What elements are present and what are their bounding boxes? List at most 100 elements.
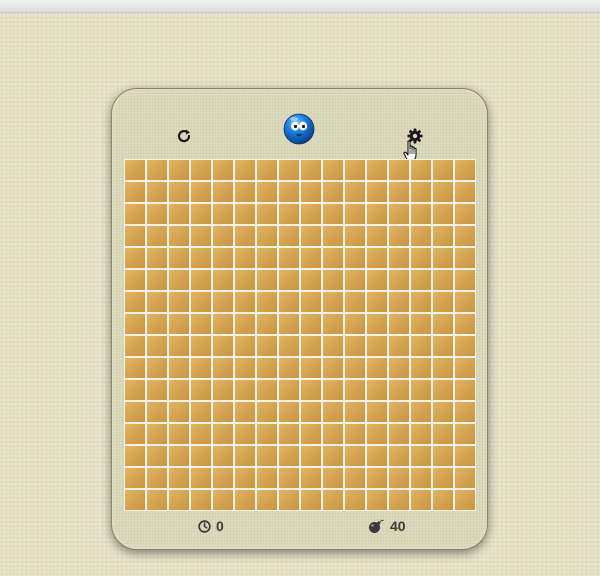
grid-cell[interactable] [345, 270, 365, 290]
grid-cell[interactable] [301, 468, 321, 488]
grid-cell[interactable] [191, 204, 211, 224]
grid-cell[interactable] [147, 380, 167, 400]
grid-cell[interactable] [411, 446, 431, 466]
grid-cell[interactable] [411, 248, 431, 268]
grid-cell[interactable] [169, 468, 189, 488]
grid-cell[interactable] [433, 270, 453, 290]
grid-cell[interactable] [279, 468, 299, 488]
grid-cell[interactable] [279, 270, 299, 290]
grid-cell[interactable] [345, 402, 365, 422]
grid-cell[interactable] [169, 424, 189, 444]
grid-cell[interactable] [433, 182, 453, 202]
grid-cell[interactable] [257, 160, 277, 180]
grid-cell[interactable] [411, 160, 431, 180]
grid-cell[interactable] [323, 336, 343, 356]
grid-cell[interactable] [169, 402, 189, 422]
grid-cell[interactable] [125, 336, 145, 356]
grid-cell[interactable] [125, 380, 145, 400]
grid-cell[interactable] [433, 248, 453, 268]
grid-cell[interactable] [235, 314, 255, 334]
grid-cell[interactable] [389, 160, 409, 180]
grid-cell[interactable] [367, 468, 387, 488]
grid-cell[interactable] [191, 446, 211, 466]
grid-cell[interactable] [279, 358, 299, 378]
grid-cell[interactable] [147, 490, 167, 510]
grid-cell[interactable] [323, 380, 343, 400]
grid-cell[interactable] [257, 424, 277, 444]
grid-cell[interactable] [279, 490, 299, 510]
grid-cell[interactable] [455, 490, 475, 510]
grid-cell[interactable] [257, 402, 277, 422]
grid-cell[interactable] [279, 226, 299, 246]
grid-cell[interactable] [323, 468, 343, 488]
grid-cell[interactable] [411, 182, 431, 202]
grid-cell[interactable] [279, 160, 299, 180]
grid-cell[interactable] [235, 402, 255, 422]
grid-cell[interactable] [169, 380, 189, 400]
grid-cell[interactable] [389, 182, 409, 202]
grid-cell[interactable] [367, 160, 387, 180]
grid-cell[interactable] [433, 292, 453, 312]
grid-cell[interactable] [323, 204, 343, 224]
grid-cell[interactable] [345, 468, 365, 488]
grid-cell[interactable] [411, 424, 431, 444]
grid-cell[interactable] [433, 358, 453, 378]
grid-cell[interactable] [389, 490, 409, 510]
grid-cell[interactable] [279, 402, 299, 422]
grid-cell[interactable] [455, 446, 475, 466]
grid-cell[interactable] [279, 248, 299, 268]
grid-cell[interactable] [147, 160, 167, 180]
grid-cell[interactable] [147, 336, 167, 356]
grid-cell[interactable] [389, 402, 409, 422]
grid-cell[interactable] [257, 446, 277, 466]
grid-cell[interactable] [455, 204, 475, 224]
grid-cell[interactable] [279, 336, 299, 356]
grid-cell[interactable] [411, 204, 431, 224]
grid-cell[interactable] [235, 182, 255, 202]
grid-cell[interactable] [323, 292, 343, 312]
grid-cell[interactable] [389, 314, 409, 334]
grid-cell[interactable] [257, 314, 277, 334]
grid-cell[interactable] [147, 402, 167, 422]
grid-cell[interactable] [125, 468, 145, 488]
grid-cell[interactable] [411, 226, 431, 246]
grid-cell[interactable] [455, 468, 475, 488]
grid-cell[interactable] [235, 226, 255, 246]
grid-cell[interactable] [147, 358, 167, 378]
grid-cell[interactable] [433, 380, 453, 400]
grid-cell[interactable] [389, 204, 409, 224]
grid-cell[interactable] [257, 270, 277, 290]
grid-cell[interactable] [147, 468, 167, 488]
grid-cell[interactable] [433, 160, 453, 180]
grid-cell[interactable] [125, 270, 145, 290]
grid-cell[interactable] [125, 358, 145, 378]
grid-cell[interactable] [191, 468, 211, 488]
grid-cell[interactable] [279, 182, 299, 202]
smiley-face-button[interactable] [283, 113, 315, 145]
grid-cell[interactable] [367, 292, 387, 312]
grid-cell[interactable] [455, 402, 475, 422]
grid-cell[interactable] [191, 402, 211, 422]
grid-cell[interactable] [147, 314, 167, 334]
grid-cell[interactable] [169, 248, 189, 268]
grid-cell[interactable] [323, 402, 343, 422]
grid-cell[interactable] [455, 358, 475, 378]
grid-cell[interactable] [455, 226, 475, 246]
grid-cell[interactable] [191, 226, 211, 246]
grid-cell[interactable] [367, 380, 387, 400]
grid-cell[interactable] [455, 270, 475, 290]
grid-cell[interactable] [345, 248, 365, 268]
grid-cell[interactable] [367, 248, 387, 268]
grid-cell[interactable] [301, 358, 321, 378]
grid-cell[interactable] [213, 292, 233, 312]
grid-cell[interactable] [125, 204, 145, 224]
grid-cell[interactable] [235, 270, 255, 290]
grid-cell[interactable] [301, 182, 321, 202]
grid-cell[interactable] [323, 226, 343, 246]
grid-cell[interactable] [213, 424, 233, 444]
grid-cell[interactable] [213, 446, 233, 466]
grid-cell[interactable] [301, 292, 321, 312]
grid-cell[interactable] [367, 402, 387, 422]
grid-cell[interactable] [301, 204, 321, 224]
grid-cell[interactable] [147, 292, 167, 312]
